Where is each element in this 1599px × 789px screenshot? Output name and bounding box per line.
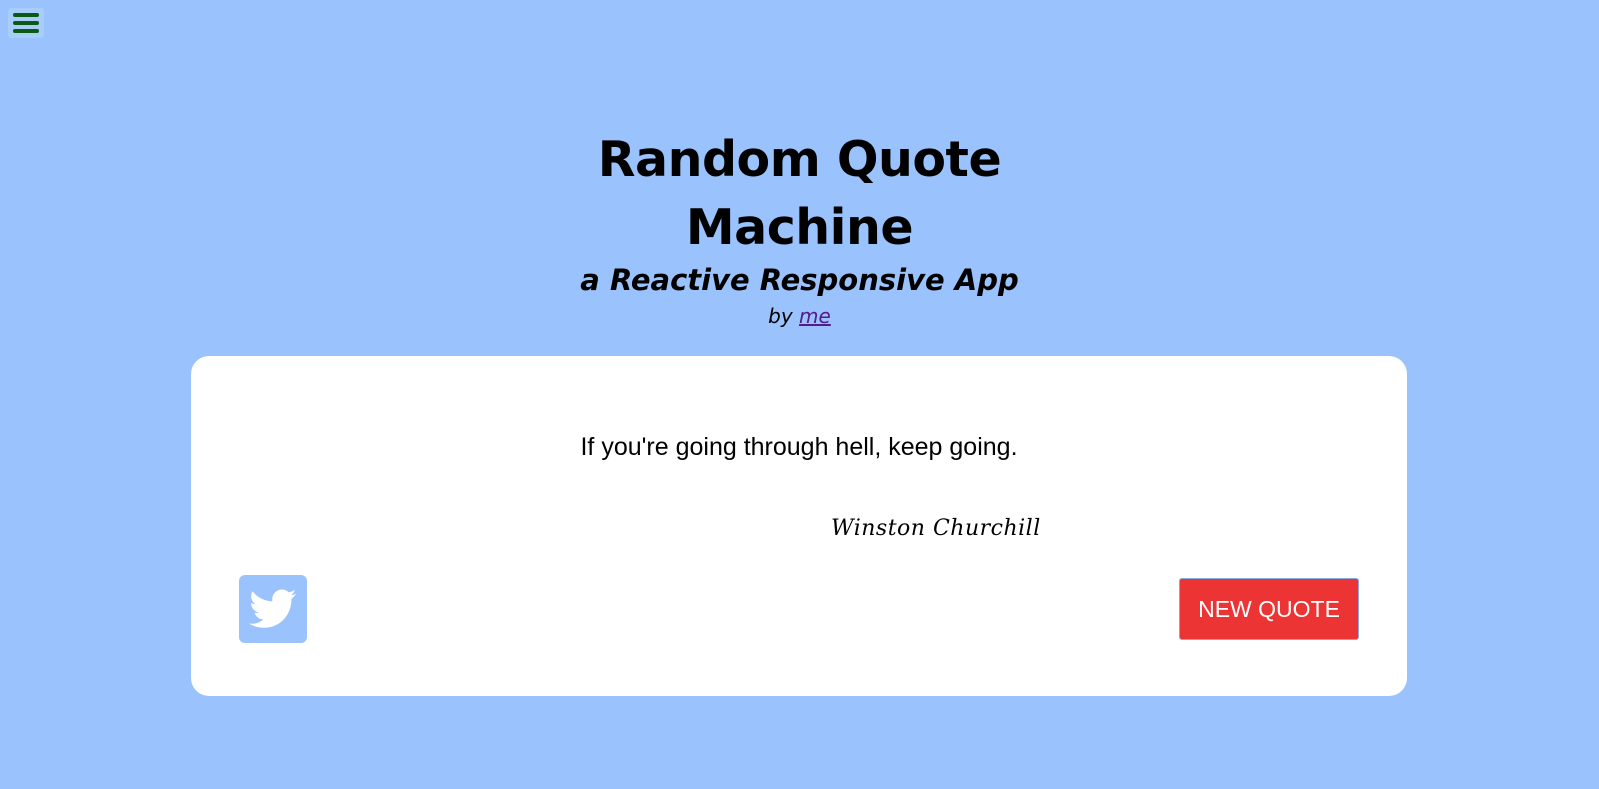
menu-button[interactable] <box>8 8 44 38</box>
menu-icon-bar <box>13 29 39 33</box>
quote-text: If you're going through hell, keep going… <box>580 433 1018 461</box>
tweet-button[interactable] <box>239 575 307 643</box>
page-subtitle: a Reactive Responsive App <box>580 263 1019 297</box>
new-quote-button[interactable]: NEW QUOTE <box>1179 578 1359 640</box>
twitter-icon <box>249 589 297 628</box>
quote-author: Winston Churchill <box>831 516 1041 541</box>
author-link[interactable]: me <box>799 304 831 328</box>
menu-icon-bar <box>13 13 39 17</box>
menu-icon-bar <box>13 21 39 25</box>
page-title: Random Quote Machine <box>597 131 1002 256</box>
byline-prefix: by <box>768 304 793 328</box>
byline: by me <box>0 300 1599 332</box>
page-header: Random Quote Machine a Reactive Responsi… <box>0 126 1599 332</box>
quote-card: If you're going through hell, keep going… <box>191 356 1407 696</box>
